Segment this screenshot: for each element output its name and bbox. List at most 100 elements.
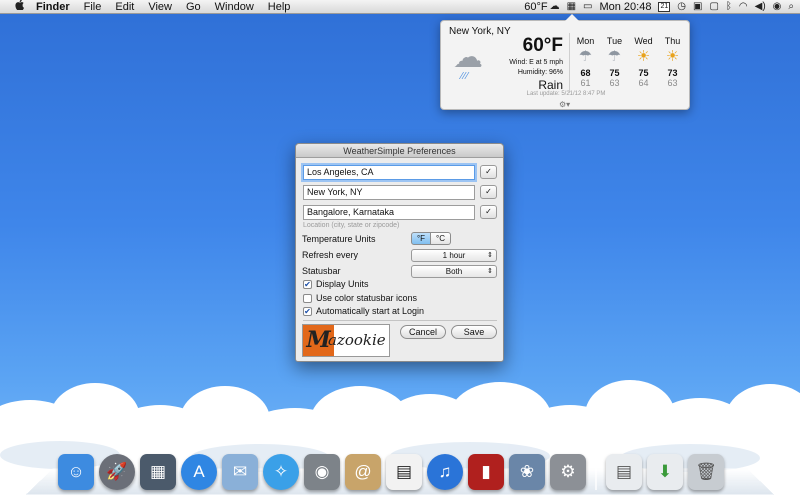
dock-separator	[595, 452, 597, 490]
window-title[interactable]: WeatherSimple Preferences	[296, 144, 503, 158]
verify-location-2-button[interactable]: ✓	[480, 185, 497, 199]
location-field-3[interactable]: Bangalore, Karnataka	[303, 205, 475, 220]
apple-menu-icon[interactable]	[12, 0, 26, 14]
user-icon[interactable]: ◉	[773, 0, 782, 14]
refresh-label: Refresh every	[302, 250, 359, 260]
forecast-low: 63	[667, 78, 678, 88]
menu-clock[interactable]: Mon 20:48	[599, 0, 651, 14]
mazookie-logo: M azookie	[302, 324, 390, 357]
save-button[interactable]: Save	[451, 325, 497, 339]
gear-icon[interactable]: ⚙▾	[559, 100, 570, 109]
rain-cloud-icon: ☂	[607, 48, 622, 65]
forecast-high: 75	[638, 68, 649, 78]
updown-chevron-icon: ⇕	[487, 268, 493, 275]
forecast-high: 68	[580, 68, 591, 78]
cancel-button[interactable]: Cancel	[400, 325, 446, 339]
finder-icon[interactable]: ☺	[58, 454, 94, 490]
location-hint: Location (city, state or zipcode)	[303, 222, 400, 229]
checkmark-icon: ✔	[303, 279, 312, 289]
menu-file[interactable]: File	[77, 0, 109, 14]
verify-location-3-button[interactable]: ✓	[480, 205, 497, 219]
refresh-select[interactable]: 1 hour ⇕	[411, 249, 497, 262]
display-units-label: Display Units	[316, 279, 369, 289]
menu-view[interactable]: View	[141, 0, 179, 14]
display-units-checkbox[interactable]: ✔ Display Units	[303, 279, 369, 289]
spotlight-search-icon[interactable]: ⌕	[788, 0, 794, 14]
auto-start-checkbox[interactable]: ✔ Automatically start at Login	[303, 306, 424, 316]
color-icons-label: Use color statusbar icons	[316, 293, 418, 303]
unit-celsius-button[interactable]: °C	[431, 232, 451, 245]
mission-control-icon[interactable]: ▦	[140, 454, 176, 490]
itunes-icon[interactable]: ♫	[427, 454, 463, 490]
statusbar-label: Statusbar	[302, 266, 341, 276]
system-preferences-icon[interactable]: ⚙	[550, 454, 586, 490]
menu-bar: Finder File Edit View Go Window Help 60°…	[0, 0, 800, 14]
menu-edit[interactable]: Edit	[108, 0, 141, 14]
checkmark-icon: ✔	[303, 306, 312, 316]
forecast-day: Tue ☂ 75 63	[600, 36, 629, 88]
app-store-icon[interactable]: A	[181, 454, 217, 490]
refresh-select-value: 1 hour	[442, 251, 466, 260]
display-mirroring-icon[interactable]: ▢	[709, 0, 718, 14]
divider	[569, 33, 570, 93]
forecast-low: 64	[638, 78, 649, 88]
menu-go[interactable]: Go	[179, 0, 208, 14]
forecast-day-name: Thu	[664, 36, 681, 46]
forecast-day: Thu ☀ 73 63	[658, 36, 687, 88]
color-icons-checkbox[interactable]: Use color statusbar icons	[303, 293, 417, 303]
last-update: Last update: 5/21/12 8:47 PM	[526, 91, 606, 97]
launchpad-icon[interactable]: 🚀	[99, 454, 135, 490]
tweet-status-icon[interactable]: ▦	[567, 0, 576, 14]
safari-icon[interactable]: ✧	[263, 454, 299, 490]
location-field-1[interactable]: Los Angeles, CA	[303, 165, 475, 180]
calendar-icon[interactable]: ▤	[386, 454, 422, 490]
facetime-icon[interactable]: ◉	[304, 454, 340, 490]
unit-fahrenheit-button[interactable]: °F	[411, 232, 431, 245]
app-menu-finder[interactable]: Finder	[26, 0, 77, 14]
volume-icon[interactable]: ◀)	[755, 0, 766, 14]
bluetooth-icon[interactable]: ᛒ	[726, 0, 732, 14]
weather-status-item[interactable]: 60°F ☁	[524, 0, 559, 14]
mail-icon[interactable]: ✉	[222, 454, 258, 490]
checkbox-empty-icon	[303, 293, 312, 303]
iphoto-icon[interactable]: ❀	[509, 454, 545, 490]
status-temperature: 60°F	[524, 1, 548, 13]
weather-condition: Rain	[538, 78, 563, 92]
popover-arrow	[565, 14, 579, 21]
forecast-day: Wed ☀ 75 64	[629, 36, 658, 88]
humidity-info: Humidity: 96%	[517, 69, 563, 76]
statusbar-select[interactable]: Both ⇕	[411, 265, 497, 278]
preferences-window: WeatherSimple Preferences Los Angeles, C…	[295, 143, 504, 362]
forecast-day: Mon ☂ 68 61	[571, 36, 600, 88]
wind-info: Wind: E at 5 mph	[509, 59, 563, 66]
sun-cloud-icon: ☀	[636, 48, 651, 65]
documents-stack-icon[interactable]: ▤	[606, 454, 642, 490]
statusbar-select-value: Both	[445, 267, 463, 276]
forecast: Mon ☂ 68 61 Tue ☂ 75 63 Wed ☀ 75 64 Thu …	[571, 36, 687, 88]
menu-help[interactable]: Help	[261, 0, 298, 14]
dock: ☺ 🚀 ▦ A ✉ ✧ ◉ @ ▤ ♫ ▮ ❀ ⚙ ▤ ⬇ 🗑	[58, 442, 724, 490]
contacts-icon[interactable]: @	[345, 454, 381, 490]
rain-cloud-icon: ☂	[578, 48, 593, 65]
divider	[303, 320, 497, 321]
logo-wordmark: azookie	[328, 331, 386, 349]
current-temperature: 60°F	[522, 35, 563, 56]
updown-chevron-icon: ⇕	[487, 252, 493, 259]
location-field-2[interactable]: New York, NY	[303, 185, 475, 200]
time-machine-icon[interactable]: ◷	[677, 0, 686, 14]
wifi-icon[interactable]: ◠	[739, 0, 748, 14]
verify-location-1-button[interactable]: ✓	[480, 165, 497, 179]
forecast-day-name: Tue	[606, 36, 623, 46]
auto-start-label: Automatically start at Login	[316, 306, 425, 316]
contacts-status-icon[interactable]: ▣	[693, 0, 702, 14]
trash-icon[interactable]: 🗑	[688, 454, 724, 490]
display-icon[interactable]: ▭	[583, 0, 592, 14]
menu-window[interactable]: Window	[208, 0, 261, 14]
cloud-icon: ☁	[549, 1, 560, 12]
photo-booth-icon[interactable]: ▮	[468, 454, 504, 490]
temperature-units-segmented-control: °F °C	[411, 232, 451, 245]
calendar-status-icon[interactable]: 21	[658, 2, 671, 12]
sun-cloud-icon: ☀	[665, 48, 680, 65]
downloads-stack-icon[interactable]: ⬇	[647, 454, 683, 490]
temperature-units-label: Temperature Units	[302, 234, 376, 244]
